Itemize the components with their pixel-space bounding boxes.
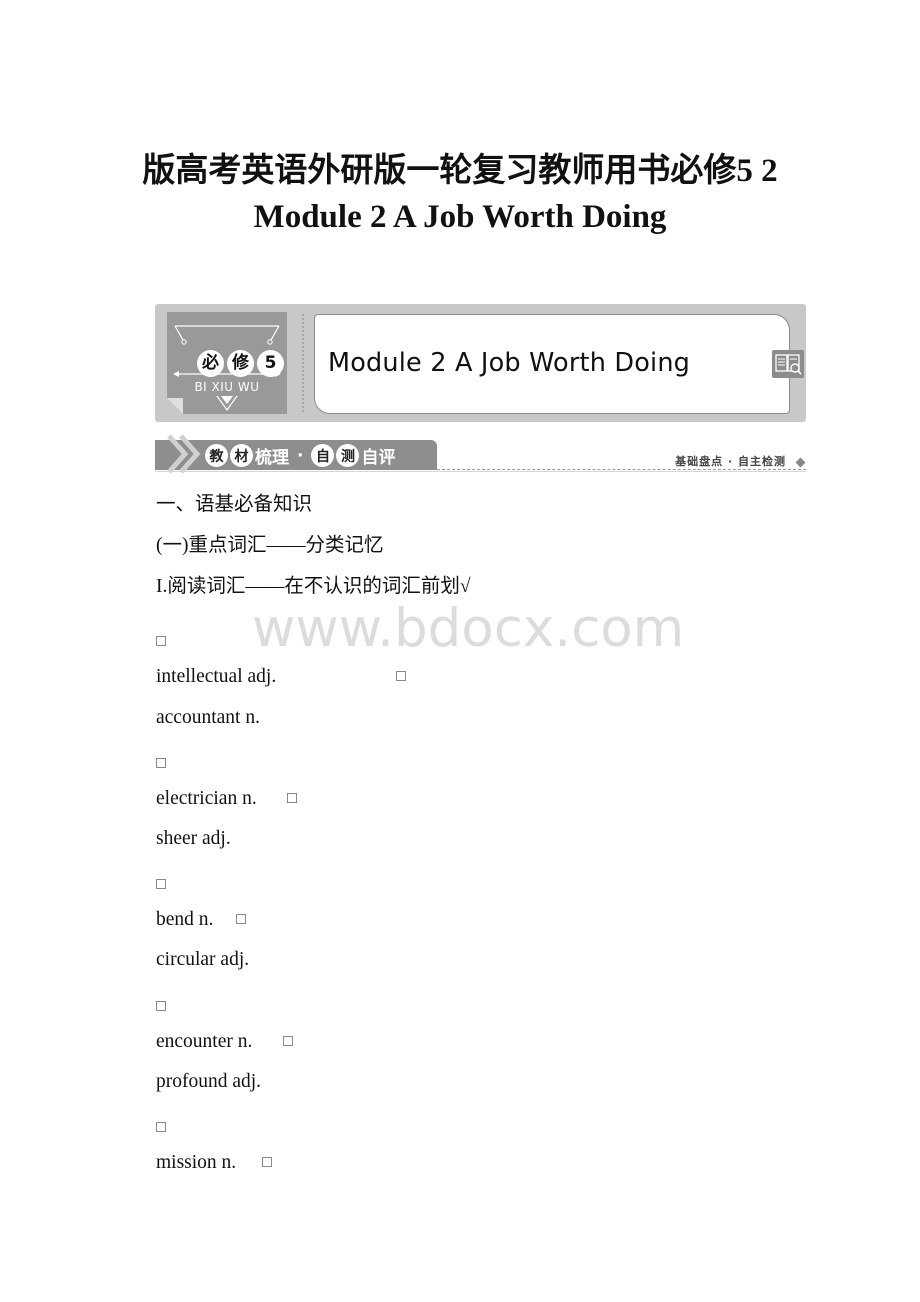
module-title-card: Module 2 A Job Worth Doing: [314, 314, 790, 414]
module-title: Module 2 A Job Worth Doing: [328, 348, 691, 378]
section-tab-title: 教 材 梳理 · 自 测 自评: [205, 443, 395, 468]
vocab-checkbox[interactable]: [236, 914, 246, 924]
tab-circle-char: 自: [311, 444, 335, 467]
badge-char: 5: [257, 350, 284, 377]
vocab-checkbox[interactable]: [283, 1036, 293, 1046]
heading-level-3: I.阅读词汇——在不认识的词汇前划√: [156, 576, 471, 597]
document-title-line-1: 版高考英语外研版一轮复习教师用书必修5 2: [142, 153, 778, 189]
badge-char: 修: [227, 350, 254, 377]
vocab-word: profound adj.: [156, 1071, 262, 1092]
document-title-line-2: Module 2 A Job Worth Doing: [253, 199, 667, 235]
section-dashed-line: [437, 469, 806, 470]
heading-level-2: (一)重点词汇——分类记忆: [156, 535, 384, 556]
vocab-checkbox[interactable]: [156, 879, 166, 889]
tab-circle-char: 教: [205, 444, 228, 467]
vocab-word: mission n.: [156, 1152, 237, 1173]
vocab-word: encounter n.: [156, 1031, 253, 1052]
vocab-word: circular adj.: [156, 949, 250, 970]
vocab-checkbox[interactable]: [156, 636, 166, 646]
diamond-icon: [795, 457, 806, 468]
vocab-checkbox[interactable]: [156, 1122, 166, 1132]
vocab-checkbox[interactable]: [156, 758, 166, 768]
badge-circles: 必 修 5: [197, 350, 284, 377]
vocab-checkbox[interactable]: [287, 793, 297, 803]
double-chevron-icon: [167, 434, 201, 474]
section-right-label: 基础盘点 · 自主检测: [675, 455, 786, 468]
banner-divider: [302, 314, 304, 412]
watermark: www.bdocx.com: [252, 598, 685, 659]
vocab-word: sheer adj.: [156, 828, 231, 849]
badge-char: 必: [197, 350, 224, 377]
book-search-icon: [772, 350, 804, 378]
heading-level-1: 一、语基必备知识: [156, 494, 313, 515]
vocab-word: accountant n.: [156, 707, 260, 728]
vocab-word: bend n.: [156, 909, 214, 930]
bixiu-badge: 必 修 5 BI XIU WU: [167, 312, 287, 414]
section-underline: [155, 471, 806, 472]
module-banner: 必 修 5 BI XIU WU Module 2 A Job Worth Doi…: [155, 304, 806, 422]
vocab-word: electrician n.: [156, 788, 257, 809]
vocab-checkbox[interactable]: [262, 1157, 272, 1167]
tab-text: 自评: [361, 448, 396, 468]
tab-text: 梳理: [255, 448, 289, 468]
section-tab: 教 材 梳理 · 自 测 自评: [155, 434, 437, 474]
vocab-checkbox[interactable]: [396, 671, 406, 681]
vocab-word: intellectual adj.: [156, 666, 277, 687]
section-header-bar: 教 材 梳理 · 自 测 自评 基础盘点 · 自主检测: [155, 434, 806, 474]
badge-pinyin: BI XIU WU: [194, 380, 260, 394]
vocab-checkbox[interactable]: [156, 1001, 166, 1011]
tab-dot: ·: [297, 445, 304, 466]
tab-circle-char: 材: [230, 444, 253, 467]
tab-circle-char: 测: [336, 444, 360, 467]
document-title: 版高考英语外研版一轮复习教师用书必修5 2 Module 2 A Job Wor…: [0, 148, 920, 240]
